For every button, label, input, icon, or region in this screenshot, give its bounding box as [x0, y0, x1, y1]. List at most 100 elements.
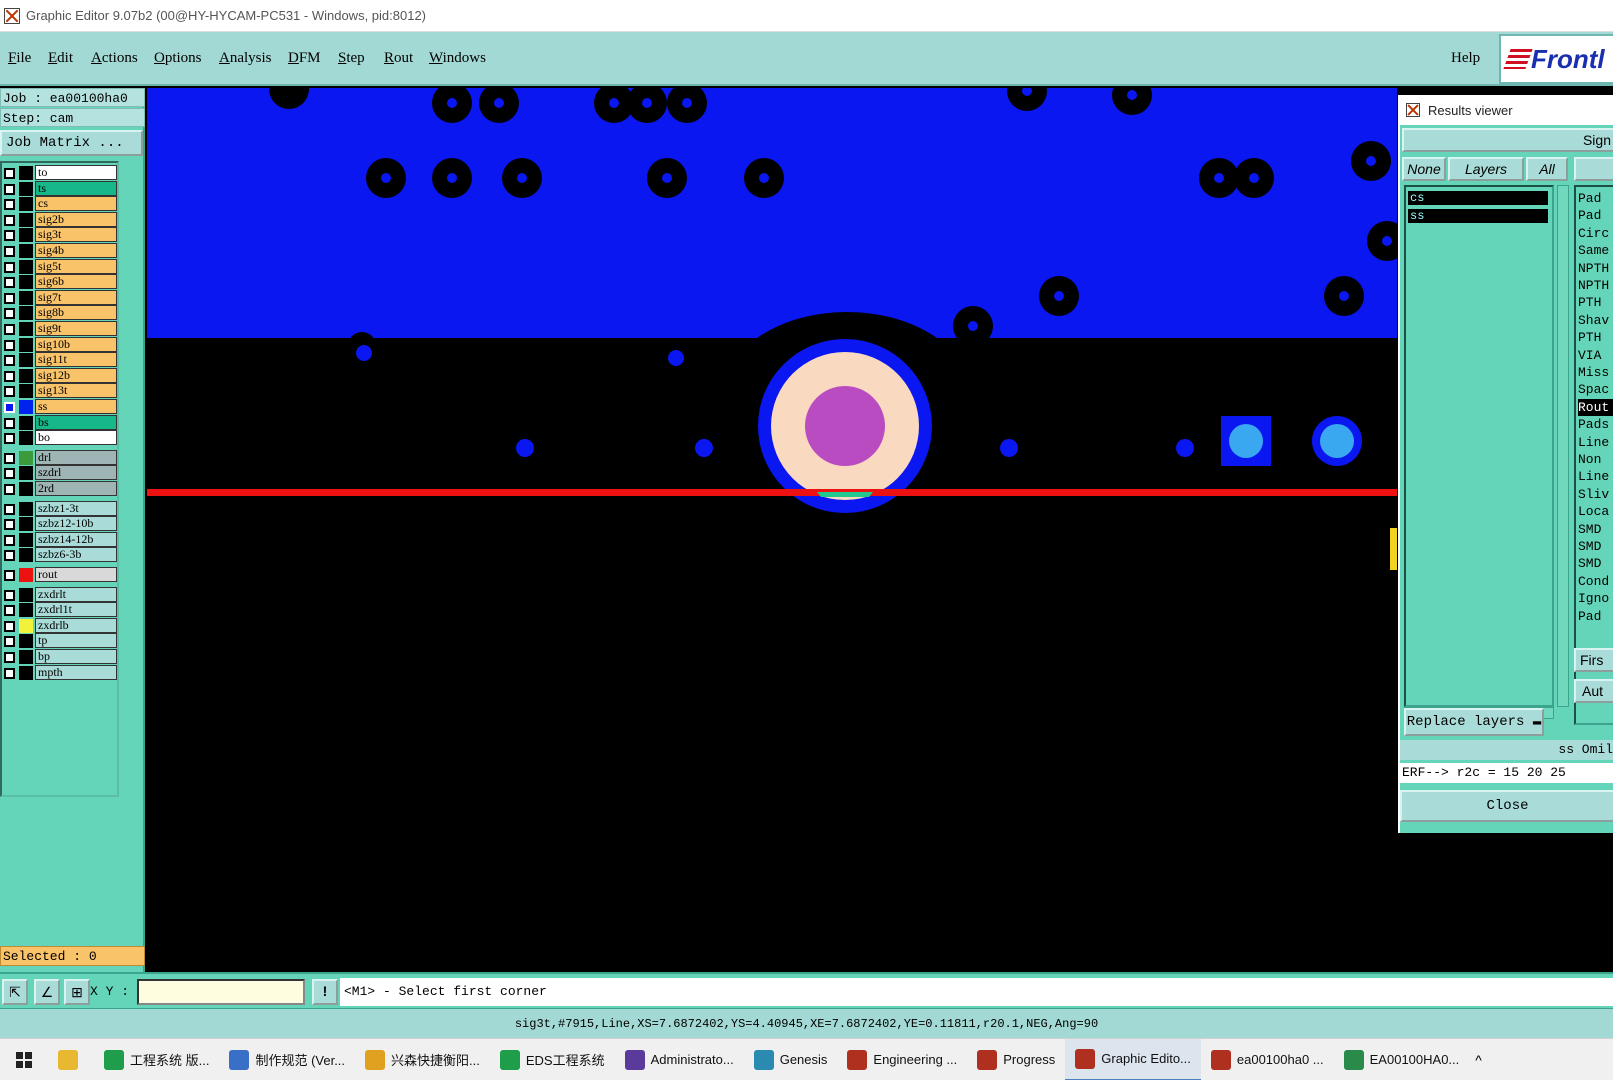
- layer-row-zxdrlt[interactable]: zxdrlt: [2, 586, 118, 602]
- layer-checkbox[interactable]: [4, 468, 15, 480]
- layer-row-bp[interactable]: bp: [2, 649, 118, 664]
- layer-checkbox[interactable]: [4, 199, 15, 211]
- taskbar-item[interactable]: Administrato...: [615, 1039, 744, 1080]
- layer-row-szbz12-10b[interactable]: szbz12-10b: [2, 516, 118, 532]
- select-tool-button[interactable]: ⇱: [2, 979, 28, 1005]
- layer-checkbox[interactable]: [4, 277, 15, 289]
- check-list[interactable]: Pad Pad Circ Same NPTH NPTH PTH Shav PTH VIA Miss S…: [1574, 185, 1613, 725]
- layer-checkbox[interactable]: [4, 386, 15, 398]
- layer-name[interactable]: zxdrlt: [35, 586, 117, 602]
- layer-name[interactable]: zxdrlb: [35, 617, 117, 633]
- layer-name[interactable]: cs: [35, 196, 117, 212]
- grid-tool-button[interactable]: ⊞: [64, 979, 90, 1005]
- pcb-view[interactable]: [147, 88, 1397, 972]
- layer-name[interactable]: bo: [35, 430, 117, 446]
- xy-input[interactable]: [137, 979, 305, 1005]
- layer-checkbox[interactable]: [4, 452, 15, 464]
- check-item[interactable]: SMD: [1578, 538, 1613, 555]
- layer-name[interactable]: sig6b: [35, 274, 117, 290]
- layers-button[interactable]: Layers: [1448, 157, 1524, 181]
- layer-row-sig8b[interactable]: sig8b: [2, 305, 118, 321]
- layer-name[interactable]: sig4b: [35, 243, 117, 258]
- layer-checkbox[interactable]: [4, 324, 15, 335]
- all-button[interactable]: All: [1526, 157, 1568, 181]
- check-item[interactable]: NPTH: [1578, 277, 1613, 294]
- menu-windows[interactable]: Windows: [429, 50, 486, 67]
- sign-button[interactable]: Sign: [1402, 128, 1613, 152]
- results-layer-item[interactable]: ss: [1408, 209, 1548, 223]
- first-button[interactable]: Firs: [1574, 648, 1613, 672]
- snap-tool-button[interactable]: ∠: [34, 979, 60, 1005]
- check-item[interactable]: Shav: [1578, 312, 1613, 329]
- menu-step[interactable]: Step: [338, 50, 365, 67]
- layer-row-sig5t[interactable]: sig5t: [2, 258, 118, 274]
- taskbar-item[interactable]: 兴森快捷衡阳...: [355, 1039, 490, 1080]
- layer-row-rout[interactable]: rout: [2, 567, 118, 582]
- layer-checkbox[interactable]: [4, 417, 15, 429]
- close-button[interactable]: Close: [1400, 790, 1613, 822]
- layer-checkbox[interactable]: [4, 339, 15, 351]
- layer-checkbox[interactable]: [4, 570, 15, 581]
- check-item[interactable]: Line: [1578, 434, 1613, 451]
- layer-name[interactable]: zxdrl1t: [35, 602, 117, 618]
- layer-checkbox[interactable]: [4, 503, 15, 515]
- layer-row-sig2b[interactable]: sig2b: [2, 211, 118, 227]
- layer-name[interactable]: ss: [35, 399, 117, 414]
- check-item[interactable]: Line: [1578, 468, 1613, 485]
- check-item[interactable]: Same: [1578, 242, 1613, 259]
- layer-list-vertical-scrollbar[interactable]: [1557, 185, 1569, 707]
- results-layer-list[interactable]: cs ss: [1404, 185, 1554, 707]
- layer-name[interactable]: sig13t: [35, 383, 117, 399]
- layer-name[interactable]: szbz14-12b: [35, 531, 117, 547]
- layer-row-drl[interactable]: drl: [2, 449, 118, 465]
- layer-name[interactable]: sig5t: [35, 258, 117, 274]
- layer-name[interactable]: sig8b: [35, 305, 117, 321]
- layer-row-bs[interactable]: bs: [2, 414, 118, 430]
- check-item[interactable]: SMD: [1578, 555, 1613, 572]
- job-matrix-button[interactable]: Job Matrix ...: [0, 130, 143, 156]
- layer-checkbox[interactable]: [4, 620, 15, 632]
- layer-name[interactable]: szbz1-3t: [35, 500, 117, 516]
- layer-row-sig10b[interactable]: sig10b: [2, 336, 118, 352]
- layer-row-to[interactable]: to: [2, 165, 118, 180]
- check-item[interactable]: Spac: [1578, 381, 1613, 398]
- layer-row-sig11t[interactable]: sig11t: [2, 352, 118, 368]
- check-item[interactable]: Miss: [1578, 364, 1613, 381]
- layer-row-sig12b[interactable]: sig12b: [2, 367, 118, 383]
- layer-name[interactable]: sig12b: [35, 367, 117, 383]
- layer-row-zxdrlb[interactable]: zxdrlb: [2, 617, 118, 633]
- layer-checkbox[interactable]: [4, 433, 15, 445]
- check-item[interactable]: Non: [1578, 451, 1613, 468]
- taskbar-item[interactable]: Graphic Edito...: [1065, 1038, 1201, 1080]
- menu-analysis[interactable]: Analysis: [219, 50, 272, 67]
- layer-row-sig3t[interactable]: sig3t: [2, 227, 118, 243]
- check-item[interactable]: Loca: [1578, 503, 1613, 520]
- check-item[interactable]: PTH: [1578, 329, 1613, 346]
- layer-checkbox[interactable]: [4, 550, 15, 562]
- check-item[interactable]: Circ: [1578, 225, 1613, 242]
- check-item[interactable]: VIA: [1578, 347, 1613, 364]
- layer-row-ss[interactable]: ss: [2, 399, 118, 414]
- layer-checkbox[interactable]: [4, 214, 15, 226]
- check-item[interactable]: Igno: [1578, 590, 1613, 607]
- taskbar-item[interactable]: Progress: [967, 1039, 1065, 1080]
- check-item[interactable]: Cond: [1578, 573, 1613, 590]
- layer-name[interactable]: 2rd: [35, 481, 117, 496]
- auto-button[interactable]: Aut: [1574, 679, 1613, 703]
- layer-name[interactable]: szdrl: [35, 465, 117, 481]
- layer-row-szbz14-12b[interactable]: szbz14-12b: [2, 531, 118, 547]
- layer-name[interactable]: sig7t: [35, 289, 117, 305]
- layer-row-sig6b[interactable]: sig6b: [2, 274, 118, 290]
- layer-row-bo[interactable]: bo: [2, 430, 118, 446]
- warning-button[interactable]: !: [312, 979, 338, 1005]
- layer-row-tp[interactable]: tp: [2, 633, 118, 649]
- layer-checkbox[interactable]: [4, 183, 15, 195]
- layer-row-2rd[interactable]: 2rd: [2, 481, 118, 496]
- layer-name[interactable]: mpth: [35, 664, 117, 680]
- layer-checkbox[interactable]: [4, 667, 15, 679]
- check-item[interactable]: SMD: [1578, 521, 1613, 538]
- layer-name[interactable]: bp: [35, 649, 117, 664]
- layer-name[interactable]: szbz6-3b: [35, 547, 117, 563]
- layer-row-sig13t[interactable]: sig13t: [2, 383, 118, 399]
- layer-row-sig9t[interactable]: sig9t: [2, 321, 118, 336]
